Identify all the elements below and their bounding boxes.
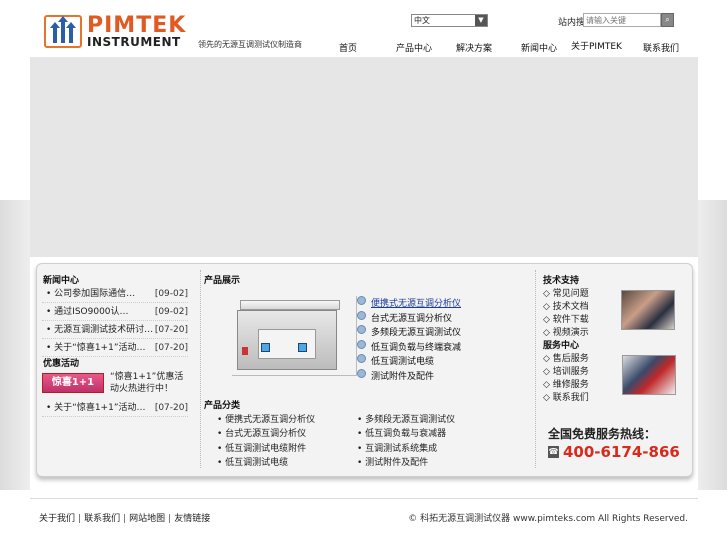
products-title: 产品展示 — [204, 276, 241, 286]
service-item[interactable]: ◇ 培训服务 — [543, 364, 589, 377]
news-item[interactable]: • 无源互调测试技术研讨… [07-20] — [42, 322, 188, 339]
footer-link-contact[interactable]: 联系我们 — [84, 514, 120, 524]
support-item[interactable]: ◇ 视频演示 — [543, 325, 589, 338]
site-logo[interactable]: PIMTEK INSTRUMENT — [44, 13, 196, 51]
news-item[interactable]: • 通过ISO9000认… [09-02] — [42, 304, 188, 321]
arrow-icon — [357, 354, 366, 363]
chevron-down-icon: ▼ — [475, 15, 487, 26]
category-item[interactable]: • 低互调负载与衰减器 — [357, 426, 446, 439]
hotline-number: 400-6174-866 — [563, 443, 680, 461]
category-item[interactable]: • 测试附件及配件 — [357, 455, 428, 468]
product-link[interactable]: 测试附件及配件 — [357, 369, 434, 382]
search-icon: ⌕ — [665, 15, 670, 24]
service-item[interactable]: ◇ 售后服务 — [543, 351, 589, 364]
footer-link-friends[interactable]: 友情链接 — [174, 514, 210, 524]
product-link[interactable]: 多频段无源互调测试仪 — [357, 325, 461, 338]
hotline-label: 全国免费服务热线： — [548, 427, 657, 441]
category-item[interactable]: • 多频段无源互调测试仪 — [357, 412, 455, 425]
support-title: 技术支持 — [543, 276, 580, 286]
banner-area — [30, 57, 698, 257]
nav-about[interactable]: 关于PIMTEK — [571, 39, 622, 52]
news-item[interactable]: • 公司参加国际通信… [09-02] — [42, 286, 188, 303]
support-item[interactable]: ◇ 技术文档 — [543, 299, 589, 312]
support-photo[interactable] — [621, 290, 675, 330]
support-item[interactable]: ◇ 常见问题 — [543, 286, 589, 299]
product-link[interactable]: 低互调负载与终端衰减 — [357, 340, 461, 353]
phone-icon: ☎ — [548, 446, 559, 458]
arrow-icon — [357, 311, 366, 320]
nav-home[interactable]: 首页 — [339, 41, 357, 54]
support-item[interactable]: ◇ 软件下载 — [543, 312, 589, 325]
service-photo[interactable] — [622, 355, 676, 395]
hotline-banner: 全国免费服务热线： ☎ 400-6174-866 — [543, 425, 688, 465]
news-title: 新闻中心 — [43, 276, 80, 286]
news-item[interactable]: • 关于“惊喜1+1”活动… [07-20] — [42, 340, 188, 357]
category-item[interactable]: • 低互调测试电缆 — [217, 455, 288, 468]
promo-text[interactable]: “惊喜1+1”优惠活动火热进行中！ — [110, 371, 188, 395]
arrow-icon — [357, 369, 366, 378]
promo-title: 优惠活动 — [43, 359, 80, 369]
footer: 关于我们 | 联系我们 | 网站地图 | 友情链接 © 科拓无源互调测试仪器 www.pim… — [30, 498, 698, 528]
logo-icon — [44, 15, 82, 48]
category-item[interactable]: • 台式无源互调分析仪 — [217, 426, 306, 439]
site-slogan: 领先的无源互调测试仪制造商 — [198, 40, 302, 49]
promo-image[interactable]: 惊喜1+1 — [42, 373, 104, 393]
left-shade — [0, 200, 30, 490]
footer-link-sitemap[interactable]: 网站地图 — [129, 514, 165, 524]
arrow-icon — [357, 296, 366, 305]
product-link[interactable]: 便携式无源互调分析仪 — [357, 296, 461, 309]
product-link[interactable]: 台式无源互调分析仪 — [357, 311, 452, 324]
category-item[interactable]: • 低互调测试电缆附件 — [217, 441, 306, 454]
product-image[interactable] — [232, 296, 357, 376]
service-column: 技术支持 ◇ 常见问题 ◇ 技术文档 ◇ 软件下载 ◇ 视频演示 服务中心 ◇ … — [538, 270, 690, 468]
copyright: © 科拓无源互调测试仪器 www.pimteks.com All Rights … — [408, 514, 688, 524]
footer-links: 关于我们 | 联系我们 | 网站地图 | 友情链接 — [39, 514, 211, 524]
news-item[interactable]: • 关于“惊喜1+1”活动… [07-20] — [42, 400, 188, 417]
arrow-icon — [357, 340, 366, 349]
service-item[interactable]: ◇ 联系我们 — [543, 390, 589, 403]
news-column: 新闻中心 • 公司参加国际通信… [09-02] • 通过ISO9000认… [… — [40, 270, 189, 468]
right-shade — [697, 200, 727, 490]
logo-text-sub: INSTRUMENT — [87, 35, 181, 49]
language-selected: 中文 — [414, 16, 430, 25]
nav-contact[interactable]: 联系我们 — [643, 41, 679, 54]
categories-title: 产品分类 — [204, 401, 241, 411]
search-button[interactable]: ⌕ — [661, 13, 674, 27]
search-input[interactable] — [583, 13, 661, 27]
arrow-icon — [357, 325, 366, 334]
footer-link-about[interactable]: 关于我们 — [39, 514, 75, 524]
category-item[interactable]: • 互调测试系统集成 — [357, 441, 437, 454]
products-column: 产品展示 便携式无源互调分析仪 台式无源互调分析仪 多频段无源互调测试仪 低互调… — [200, 270, 536, 468]
nav-solutions[interactable]: 解决方案 — [456, 41, 492, 54]
product-link[interactable]: 低互调测试电缆 — [357, 354, 434, 367]
nav-news[interactable]: 新闻中心 — [521, 41, 557, 54]
service-title: 服务中心 — [543, 341, 580, 351]
service-item[interactable]: ◇ 维修服务 — [543, 377, 589, 390]
nav-products[interactable]: 产品中心 — [396, 41, 432, 54]
category-item[interactable]: • 便携式无源互调分析仪 — [217, 412, 315, 425]
language-select[interactable]: 中文 ▼ — [411, 14, 488, 27]
